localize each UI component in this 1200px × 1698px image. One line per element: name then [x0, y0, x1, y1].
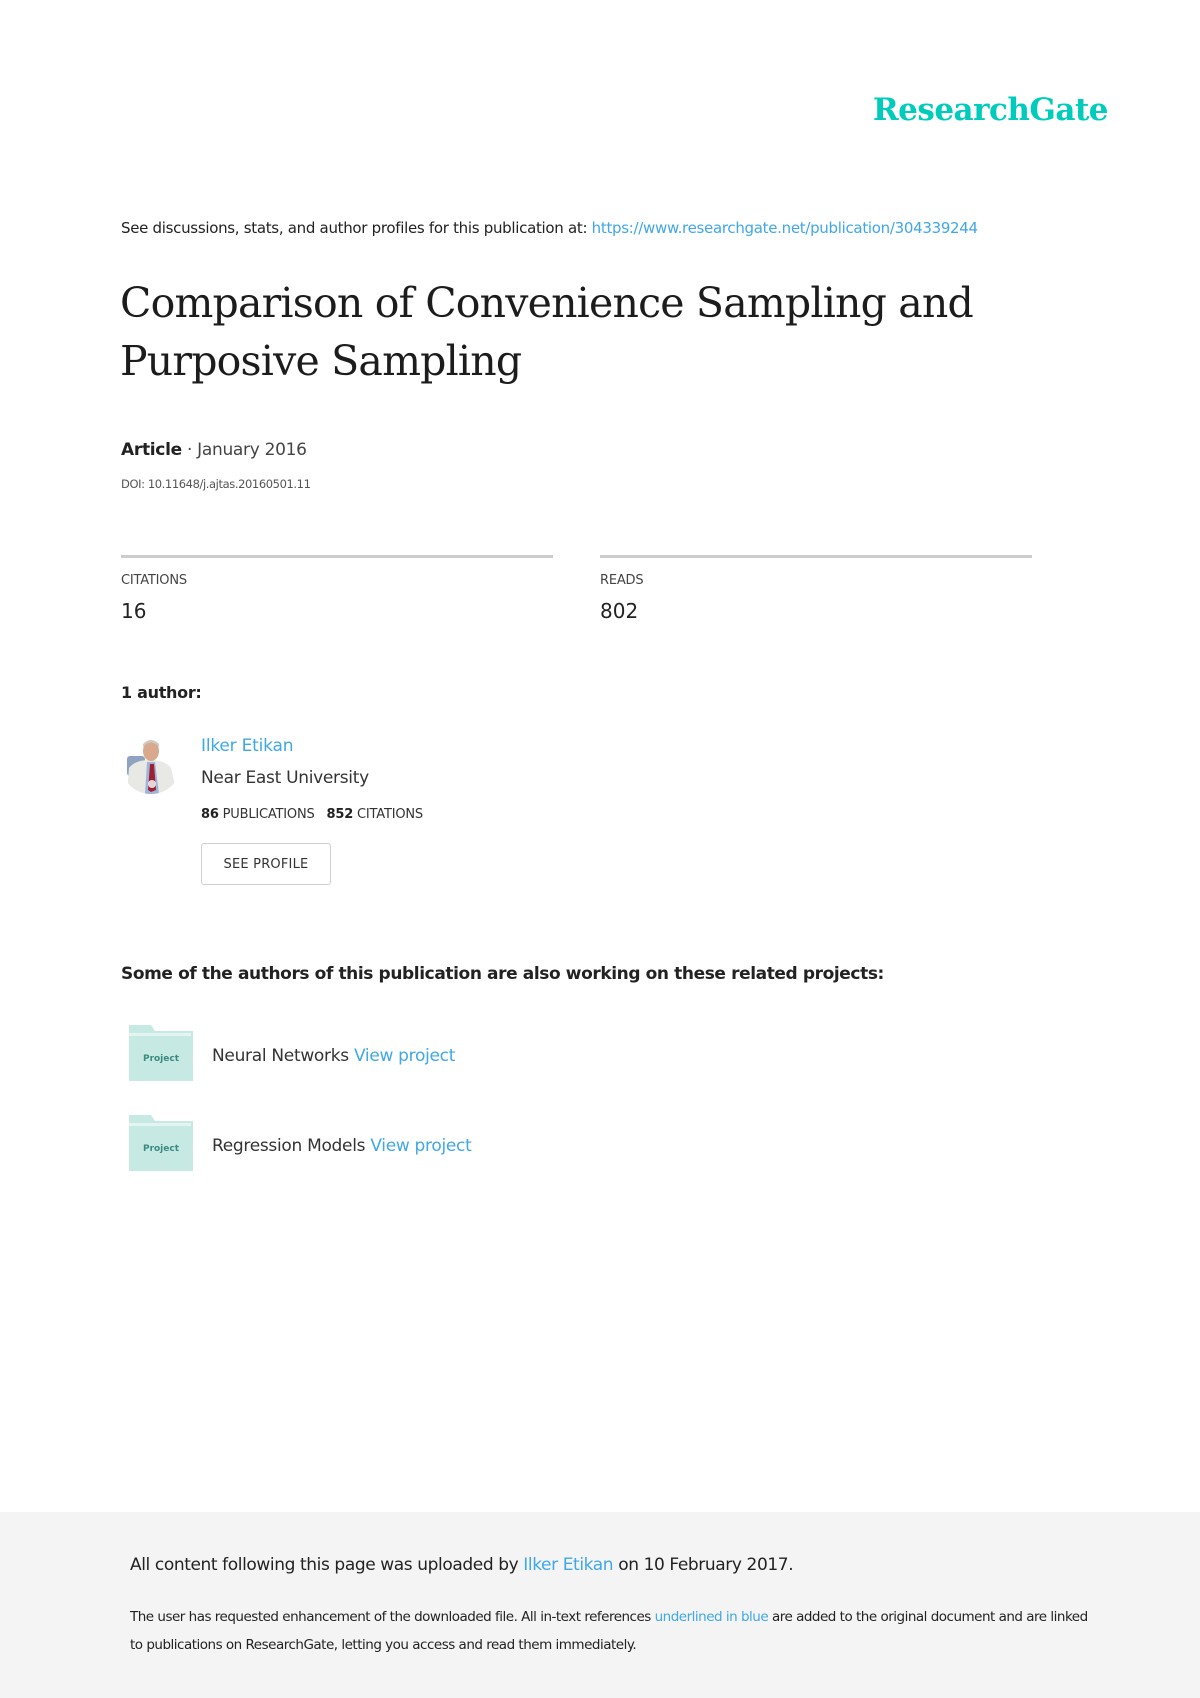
author-citations-label: CITATIONS [357, 807, 423, 822]
publication-date: January 2016 [197, 440, 307, 460]
publication-url-link[interactable]: https://www.researchgate.net/publication… [592, 219, 978, 237]
author-stats: 86 PUBLICATIONS 852 CITATIONS [201, 807, 423, 822]
upload-suffix: on 10 February 2017. [613, 1555, 794, 1575]
reads-value: 802 [600, 599, 639, 623]
note-part-1: The user has requested enhancement of th… [130, 1609, 655, 1625]
project-row: Regression Models View project [212, 1136, 472, 1156]
author-photo-icon [121, 734, 181, 794]
project-item: Project [129, 1025, 193, 1085]
author-publications-label: PUBLICATIONS [222, 807, 315, 822]
project-item: Project [129, 1115, 193, 1175]
publication-doi: DOI: 10.11648/j.ajtas.20160501.11 [121, 477, 311, 491]
upload-notice: All content following this page was uplo… [130, 1555, 794, 1575]
view-project-link[interactable]: View project [370, 1136, 471, 1156]
publication-type: Article [121, 440, 182, 460]
related-projects-heading: Some of the authors of this publication … [121, 964, 884, 984]
project-name: Regression Models [212, 1136, 366, 1156]
publication-meta: Article · January 2016 [121, 440, 307, 460]
author-citations-count: 852 [326, 807, 354, 822]
view-project-link[interactable]: View project [354, 1046, 455, 1066]
authors-heading: 1 author: [121, 683, 202, 702]
project-folder-icon[interactable]: Project [129, 1115, 193, 1171]
author-name-link[interactable]: Ilker Etikan [201, 736, 293, 756]
publication-title: Comparison of Convenience Sampling and P… [120, 279, 974, 385]
author-publications-count: 86 [201, 807, 219, 822]
discussion-line: See discussions, stats, and author profi… [121, 219, 978, 237]
author-avatar[interactable] [121, 734, 181, 794]
enhancement-note: The user has requested enhancement of th… [130, 1603, 1090, 1659]
project-name: Neural Networks [212, 1046, 349, 1066]
project-folder-icon[interactable]: Project [129, 1025, 193, 1081]
researchgate-logo[interactable]: ResearchGate [873, 92, 1109, 128]
project-icon-label: Project [143, 1054, 180, 1064]
upload-prefix: All content following this page was uplo… [130, 1555, 524, 1575]
discussion-prefix: See discussions, stats, and author profi… [121, 219, 592, 237]
citations-divider [121, 555, 553, 558]
reads-divider [600, 555, 1032, 558]
meta-separator: · [181, 440, 198, 460]
project-icon-label: Project [143, 1144, 180, 1154]
author-institution: Near East University [201, 768, 369, 788]
citations-label: CITATIONS [121, 573, 187, 588]
project-row: Neural Networks View project [212, 1046, 455, 1066]
uploader-link[interactable]: Ilker Etikan [523, 1555, 613, 1575]
citations-value: 16 [121, 599, 147, 623]
reads-label: READS [600, 573, 644, 588]
see-profile-button[interactable]: SEE PROFILE [201, 843, 331, 885]
note-link-text: underlined in blue [654, 1609, 769, 1625]
